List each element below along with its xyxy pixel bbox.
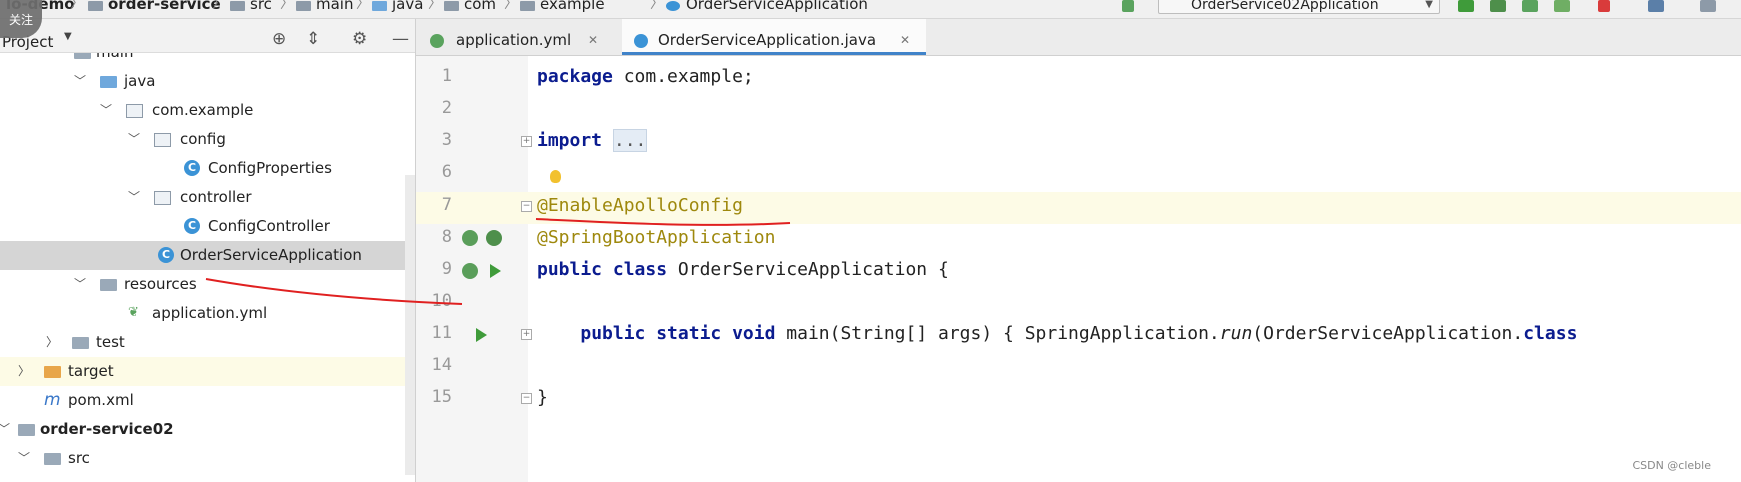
watermark: CSDN @cleble	[1632, 459, 1711, 472]
arrow-annotation	[205, 278, 463, 305]
red-ink-annotations	[205, 218, 791, 305]
underline-annotation	[535, 218, 791, 226]
